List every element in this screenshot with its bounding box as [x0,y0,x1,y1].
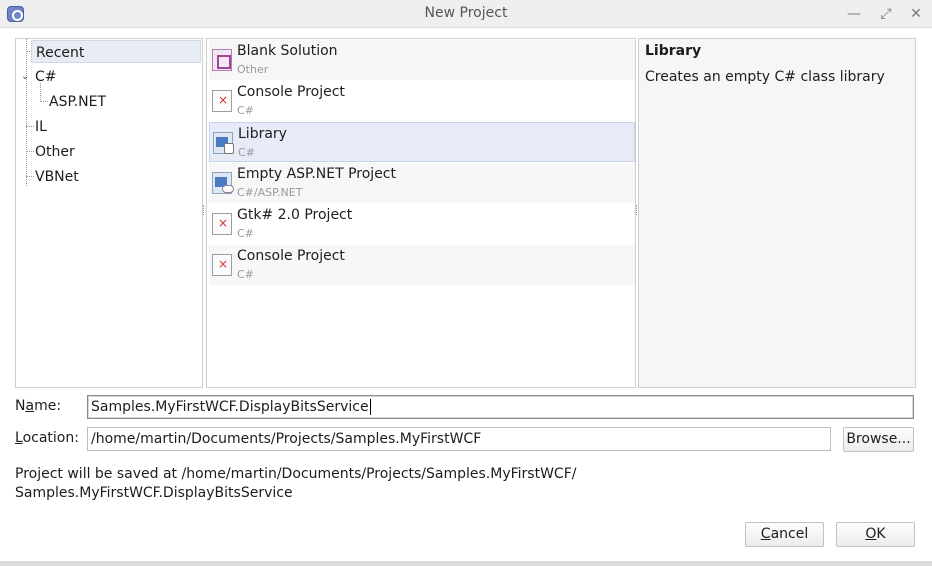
save-location-info: Project will be saved at /home/martin/Do… [15,466,577,501]
aspnet-project-icon [212,172,234,194]
description-title: Library [645,43,702,59]
gtk-project-icon [212,213,232,235]
maximize-icon[interactable]: ⤢ [876,4,896,24]
template-item-gtk-project[interactable]: Gtk# 2.0 Project C# [209,204,635,244]
console-project-icon [212,254,232,276]
close-icon[interactable]: ✕ [906,4,926,24]
window-title: New Project [424,5,508,21]
title-bar: New Project — ⤢ ✕ [0,0,932,28]
solution-icon [212,49,232,71]
template-item-console-project-2[interactable]: Console Project C# [209,245,635,285]
description-text: Creates an empty C# class library [645,69,885,85]
location-field[interactable]: /home/martin/Documents/Projects/Samples.… [87,427,831,451]
ok-button[interactable]: OK [836,522,915,547]
template-list: Blank Solution Other Console Project C# … [206,38,636,388]
console-project-icon [212,90,232,112]
location-label: Location: [15,430,79,446]
name-label: Name: [15,398,62,414]
category-tree: Recent ⌄ C# ASP.NET IL Other VBNet [15,38,203,388]
minimize-icon[interactable]: — [844,4,864,24]
category-recent[interactable]: Recent [16,39,202,64]
library-icon [213,132,234,154]
template-item-empty-aspnet-project[interactable]: Empty ASP.NET Project C#/ASP.NET [209,163,635,203]
template-item-blank-solution[interactable]: Blank Solution Other [209,40,635,80]
template-item-library[interactable]: Library C# [209,122,635,162]
category-vbnet[interactable]: VBNet [16,164,202,189]
category-aspnet[interactable]: ASP.NET [16,83,202,114]
pane-splitter[interactable] [203,205,205,215]
template-description: Library Creates an empty C# class librar… [638,38,916,388]
category-other[interactable]: Other [16,139,202,164]
name-field[interactable]: Samples.MyFirstWCF.DisplayBitsService [87,395,914,419]
cancel-button[interactable]: Cancel [745,522,824,547]
chevron-down-icon[interactable]: ⌄ [21,65,29,89]
category-il[interactable]: IL [16,114,202,139]
window-bottom-border [0,561,932,566]
category-csharp[interactable]: ⌄ C# [16,64,202,89]
browse-button[interactable]: Browse... [843,427,914,452]
template-item-console-project[interactable]: Console Project C# [209,81,635,121]
